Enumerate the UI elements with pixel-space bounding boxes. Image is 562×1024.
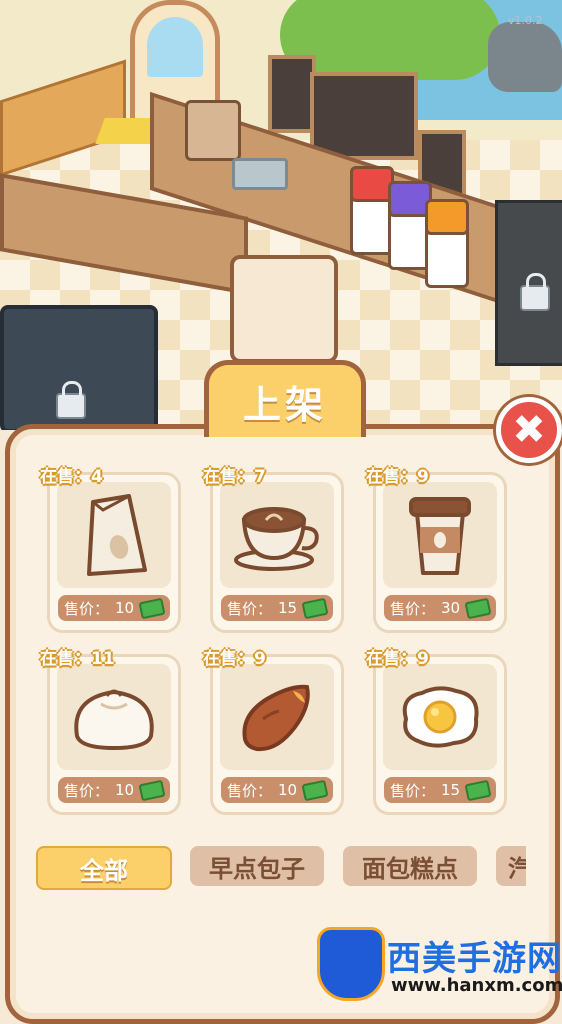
- takeaway-coffee-icon: [409, 497, 471, 575]
- watermark-url: www.hanxm.com: [391, 975, 562, 996]
- price-label: 售价：: [63, 599, 109, 618]
- gamepad-shield-icon: [317, 927, 385, 1001]
- cash-icon: [138, 779, 166, 801]
- coffee-bag-icon: [87, 494, 147, 576]
- price-tag: 售价： 10: [221, 777, 333, 803]
- menu-board-center: [310, 72, 418, 160]
- product-card-latte[interactable]: 售价： 15 在售：7: [203, 462, 345, 633]
- category-tab-drinks[interactable]: 汽: [496, 846, 526, 886]
- product-card-takeaway-coffee[interactable]: 售价： 30 在售：9: [366, 462, 508, 633]
- product-card: 售价： 10: [210, 654, 344, 815]
- category-tab-breakfast-buns[interactable]: 早点包子: [190, 846, 324, 886]
- price-label: 售价：: [63, 781, 109, 800]
- cash-icon: [464, 597, 492, 619]
- stock-count: 在售：9: [366, 467, 429, 487]
- product-card: 售价： 15: [210, 472, 344, 633]
- product-image-area: [383, 482, 497, 588]
- product-image-area: [220, 482, 334, 588]
- stock-count: 在售：7: [203, 467, 266, 487]
- price-tag: 售价： 15: [384, 777, 496, 803]
- product-card: 售价： 10: [47, 472, 181, 633]
- category-tab-bread-pastry[interactable]: 面包糕点: [343, 846, 477, 886]
- stock-count: 在售：11: [40, 649, 115, 669]
- drink-dispenser-orange[interactable]: [425, 199, 469, 288]
- sweet-potato-icon: [242, 684, 310, 752]
- price-value: 15: [277, 599, 298, 617]
- category-tabs: 全部 早点包子 面包糕点 汽: [36, 846, 526, 892]
- sink: [232, 158, 288, 190]
- door-glass: [147, 17, 203, 77]
- watermark-title: 西美手游网: [387, 939, 562, 979]
- bun-showcase[interactable]: [230, 255, 338, 363]
- price-label: 售价：: [389, 781, 435, 800]
- close-icon: ✖: [512, 407, 546, 453]
- price-label: 售价：: [226, 781, 272, 800]
- version-label: v1.0.2: [508, 14, 543, 27]
- product-card-fried-egg[interactable]: 售价： 15 在售：9: [366, 644, 508, 815]
- fried-egg-icon: [402, 686, 479, 748]
- close-button[interactable]: ✖: [496, 397, 562, 463]
- price-value: 10: [114, 781, 135, 799]
- stock-count: 在售：4: [40, 467, 103, 487]
- price-value: 10: [114, 599, 135, 617]
- product-image-area: [383, 664, 497, 770]
- price-value: 10: [277, 781, 298, 799]
- cash-icon: [138, 597, 166, 619]
- price-tag: 售价： 30: [384, 595, 496, 621]
- product-card-steamed-bun[interactable]: 售价： 10 在售：11: [40, 644, 182, 815]
- category-tab-all[interactable]: 全部: [36, 846, 172, 890]
- panel-title-tab: 上架: [204, 360, 366, 437]
- product-card: 售价： 10: [47, 654, 181, 815]
- coffee-machine[interactable]: [185, 100, 241, 161]
- stock-count: 在售：9: [203, 649, 266, 669]
- price-value: 15: [440, 781, 461, 799]
- rock: [488, 22, 562, 92]
- stock-count: 在售：9: [366, 649, 429, 669]
- site-watermark: 西美手游网 www.hanxm.com: [315, 925, 562, 1001]
- panel-title: 上架: [242, 382, 327, 427]
- lock-icon: [520, 273, 550, 311]
- price-value: 30: [440, 599, 461, 617]
- cash-icon: [464, 779, 492, 801]
- product-image-area: [57, 482, 171, 588]
- lock-icon: [56, 381, 86, 419]
- product-card: 售价： 15: [373, 654, 507, 815]
- cash-icon: [301, 779, 329, 801]
- price-tag: 售价： 10: [58, 777, 170, 803]
- product-card-sweet-potato[interactable]: 售价： 10 在售：9: [203, 644, 345, 815]
- price-tag: 售价： 10: [58, 595, 170, 621]
- menu-board-left: [268, 55, 316, 133]
- price-tag: 售价： 15: [221, 595, 333, 621]
- product-image-area: [57, 664, 171, 770]
- price-label: 售价：: [389, 599, 435, 618]
- price-label: 售价：: [226, 599, 272, 618]
- product-card-coffee-bag[interactable]: 售价： 10 在售：4: [40, 462, 182, 633]
- product-card: 售价： 30: [373, 472, 507, 633]
- product-image-area: [220, 664, 334, 770]
- latte-cup-icon: [234, 507, 319, 571]
- steamed-bun-icon: [74, 689, 154, 751]
- cash-icon: [301, 597, 329, 619]
